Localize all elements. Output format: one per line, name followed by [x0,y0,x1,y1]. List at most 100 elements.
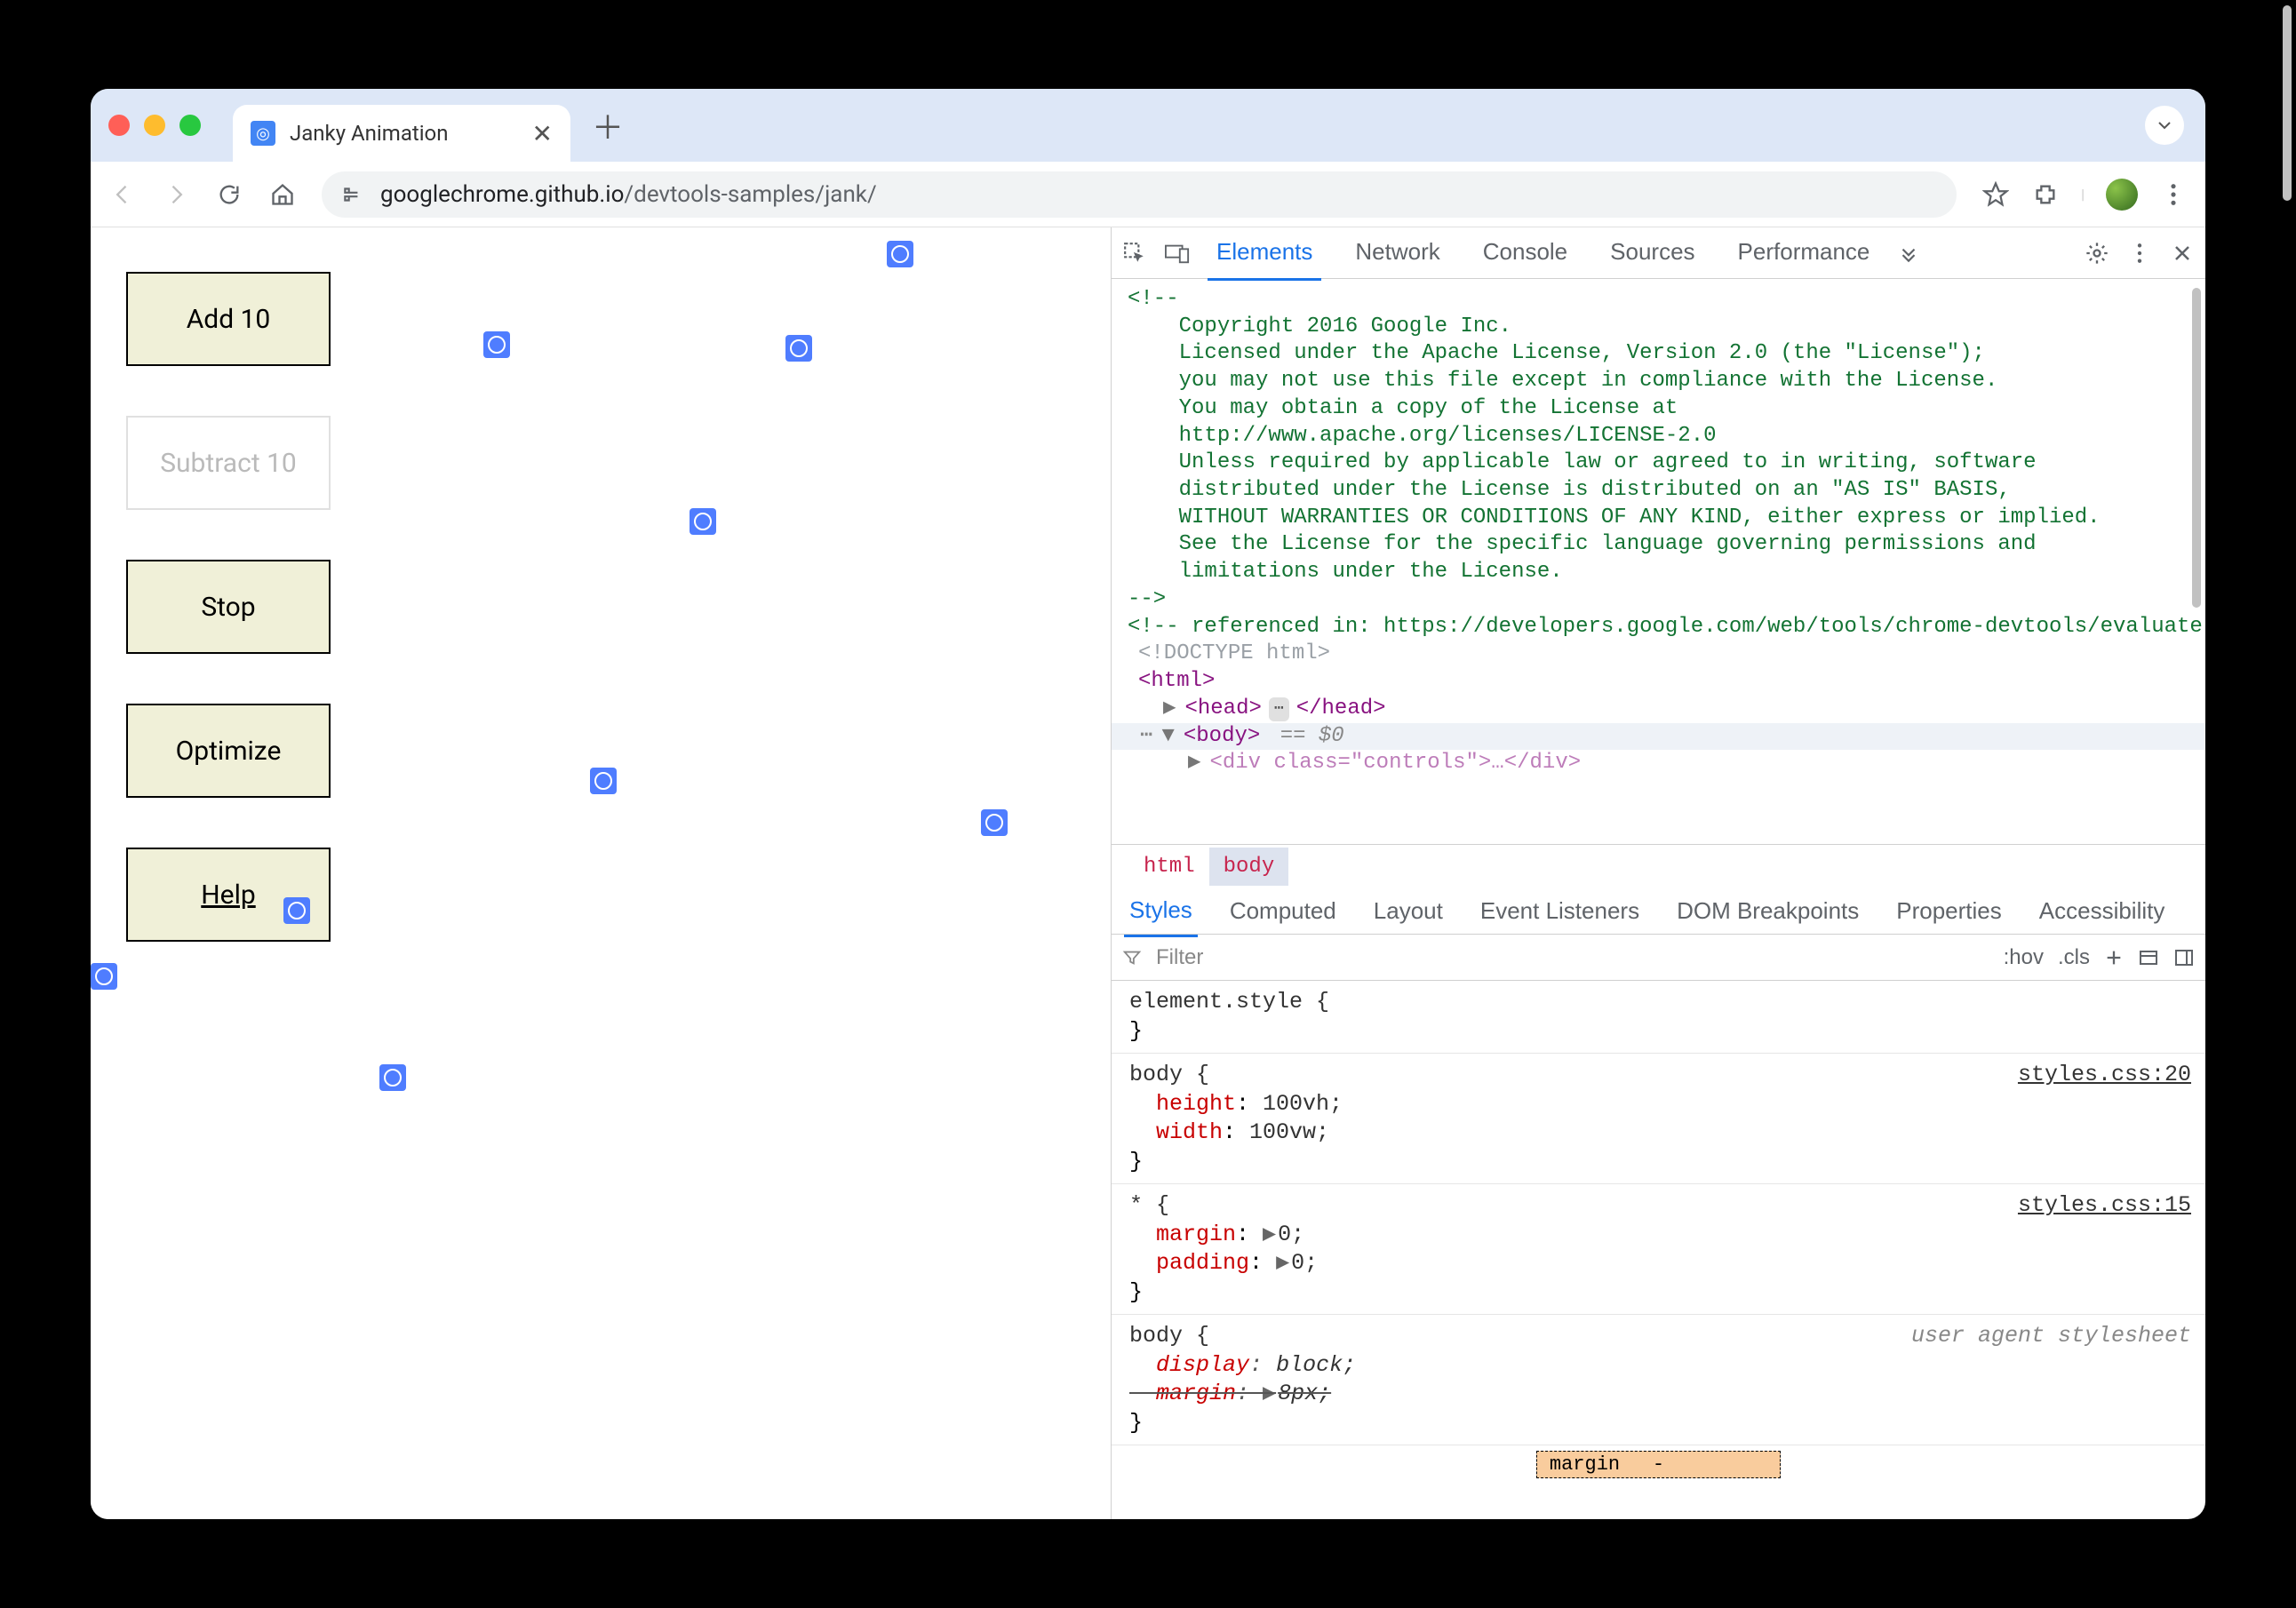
crumb-body[interactable]: body [1209,848,1289,886]
forward-icon[interactable] [162,180,190,209]
devtools-tab-performance[interactable]: Performance [1729,227,1879,281]
home-icon[interactable] [268,180,297,209]
site-settings-icon[interactable] [341,183,364,206]
new-tab-button[interactable]: ＋ [592,102,624,148]
dom-body-row[interactable]: ⋯ ▼ <body> == $0 [1112,723,2205,751]
subtract-button[interactable]: Subtract 10 [126,416,331,510]
rule-source-ua: user agent stylesheet [1911,1322,2191,1351]
scrollbar[interactable] [2190,279,2203,844]
optimize-button[interactable]: Optimize [126,704,331,798]
devtools-panel: Elements Network Console Sources Performance… [1111,227,2205,1519]
window-close-icon[interactable] [108,115,130,136]
crumb-html[interactable]: html [1129,848,1209,886]
devtools-tab-sources[interactable]: Sources [1601,227,1703,281]
window-zoom-icon[interactable] [179,115,201,136]
kebab-menu-icon[interactable] [2127,241,2152,266]
hov-toggle[interactable]: :hov [2004,945,2044,970]
traffic-lights [108,115,201,136]
dom-comment-line: Unless required by applicable law or agr… [1128,450,2189,477]
tab-strip: ◎ Janky Animation ✕ ＋ [91,89,2205,162]
url-input[interactable]: googlechrome.github.io/devtools-samples/… [322,171,1957,218]
sidebar-toggle-icon[interactable] [2173,947,2195,968]
stop-button[interactable]: Stop [126,560,331,654]
cls-toggle[interactable]: .cls [2058,945,2090,970]
moving-sprite-icon [379,1064,406,1091]
window-minimize-icon[interactable] [144,115,165,136]
dom-comment-line: Licensed under the Apache License, Versi… [1128,340,2189,368]
dom-comment-line: --> [1128,586,2189,614]
dom-comment-line: WITHOUT WARRANTIES OR CONDITIONS OF ANY … [1128,505,2189,532]
expand-caret-icon[interactable]: ▶ [1188,750,1200,777]
styles-subtab-computed[interactable]: Computed [1224,887,1342,935]
settings-gear-icon[interactable] [2085,241,2109,266]
expand-caret-icon[interactable]: ▶ [1163,696,1176,723]
rule-star[interactable]: styles.css:15 * { margin: ▶0; padding: ▶… [1112,1184,2205,1315]
dom-comment-line: See the License for the specific languag… [1128,531,2189,559]
device-toggle-icon[interactable] [1165,241,1190,266]
styles-subtab-styles[interactable]: Styles [1124,886,1198,937]
browser-tab[interactable]: ◎ Janky Animation ✕ [233,105,570,162]
tabs-overflow-icon[interactable] [2145,106,2184,145]
tab-close-icon[interactable]: ✕ [532,119,553,148]
close-devtools-icon[interactable] [2170,241,2195,266]
styles-subtab-properties[interactable]: Properties [1891,887,2007,935]
filter-icon [1122,948,1142,967]
help-button[interactable]: Help [126,848,331,942]
new-style-icon[interactable] [2104,948,2124,967]
rule-source-link[interactable]: styles.css:15 [2018,1191,2191,1221]
address-bar: googlechrome.github.io/devtools-samples/… [91,162,2205,227]
toolbar-right: | [1981,179,2188,211]
dom-body-open[interactable]: <body> [1184,723,1260,751]
rule-source-link[interactable]: styles.css:20 [2018,1061,2191,1090]
box-model[interactable]: margin - [1112,1445,2205,1484]
reload-icon[interactable] [215,180,243,209]
dom-comment-line: you may not use this file except in comp… [1128,368,2189,395]
dom-head-open[interactable]: <head> [1184,696,1261,723]
rule-element-style[interactable]: element.style { } [1112,981,2205,1054]
dom-comment-line: limitations under the License. [1128,559,2189,586]
dom-head-close[interactable]: </head> [1296,696,1386,723]
rule-ua-body[interactable]: user agent stylesheet body { display: bl… [1112,1315,2205,1445]
url-host: googlechrome.github.io [380,181,624,208]
computed-toggle-icon[interactable] [2138,947,2159,968]
dom-html-tag[interactable]: <html> [1138,668,1215,696]
bookmark-icon[interactable] [1981,180,2010,209]
page-viewport: Add 10 Subtract 10 Stop Optimize Help [91,227,1111,1519]
back-icon[interactable] [108,180,137,209]
inspect-icon[interactable] [1122,241,1147,266]
extensions-icon[interactable] [2031,180,2060,209]
dom-eq0: == $0 [1280,723,1344,751]
devtools-tab-elements[interactable]: Elements [1208,227,1321,281]
collapse-caret-icon[interactable]: ▼ [1161,723,1174,751]
row-actions-icon[interactable]: ⋯ [1140,723,1152,751]
add-button[interactable]: Add 10 [126,272,331,366]
controls-panel: Add 10 Subtract 10 Stop Optimize Help [126,272,331,942]
dom-comment-line: http://www.apache.org/licenses/LICENSE-2… [1128,423,2189,450]
browser-window: ◎ Janky Animation ✕ ＋ googlechrome.githu… [91,89,2205,1519]
styles-subtab-dom-breakpoints[interactable]: DOM Breakpoints [1671,887,1864,935]
styles-subtab-event-listeners[interactable]: Event Listeners [1475,887,1645,935]
moving-sprite-icon [590,768,617,794]
more-tabs-icon[interactable] [1896,241,1921,266]
menu-icon[interactable] [2159,180,2188,209]
styles-subtab-layout[interactable]: Layout [1368,887,1448,935]
separator: | [2081,186,2085,203]
devtools-tab-network[interactable]: Network [1346,227,1448,281]
dom-controls-div[interactable]: <div class="controls">…</div> [1209,750,1581,777]
dom-comment-line: distributed under the License is distrib… [1128,477,2189,505]
styles-filter-row: Filter :hov .cls [1112,935,2205,981]
dom-tree[interactable]: <!-- Copyright 2016 Google Inc. Licensed… [1112,279,2205,844]
dom-comment-line: <!-- [1128,286,2189,314]
dom-comment-line: <!-- referenced in: https://developers.g… [1128,614,2189,641]
profile-avatar-icon[interactable] [2106,179,2138,211]
collapsed-icon[interactable]: ⋯ [1269,697,1289,721]
moving-sprite-icon [690,508,716,535]
styles-subtabs: Styles Computed Layout Event Listeners DOM B… [1112,888,2205,935]
devtools-tab-console[interactable]: Console [1474,227,1576,281]
rule-body[interactable]: styles.css:20 body { height: 100vh; widt… [1112,1054,2205,1184]
moving-sprite-icon [887,241,913,267]
styles-subtab-accessibility[interactable]: Accessibility [2034,887,2171,935]
filter-input[interactable]: Filter [1156,945,1203,970]
styles-body[interactable]: element.style { } styles.css:20 body { h… [1112,981,2205,1519]
dom-doctype[interactable]: <!DOCTYPE html> [1138,641,1330,668]
